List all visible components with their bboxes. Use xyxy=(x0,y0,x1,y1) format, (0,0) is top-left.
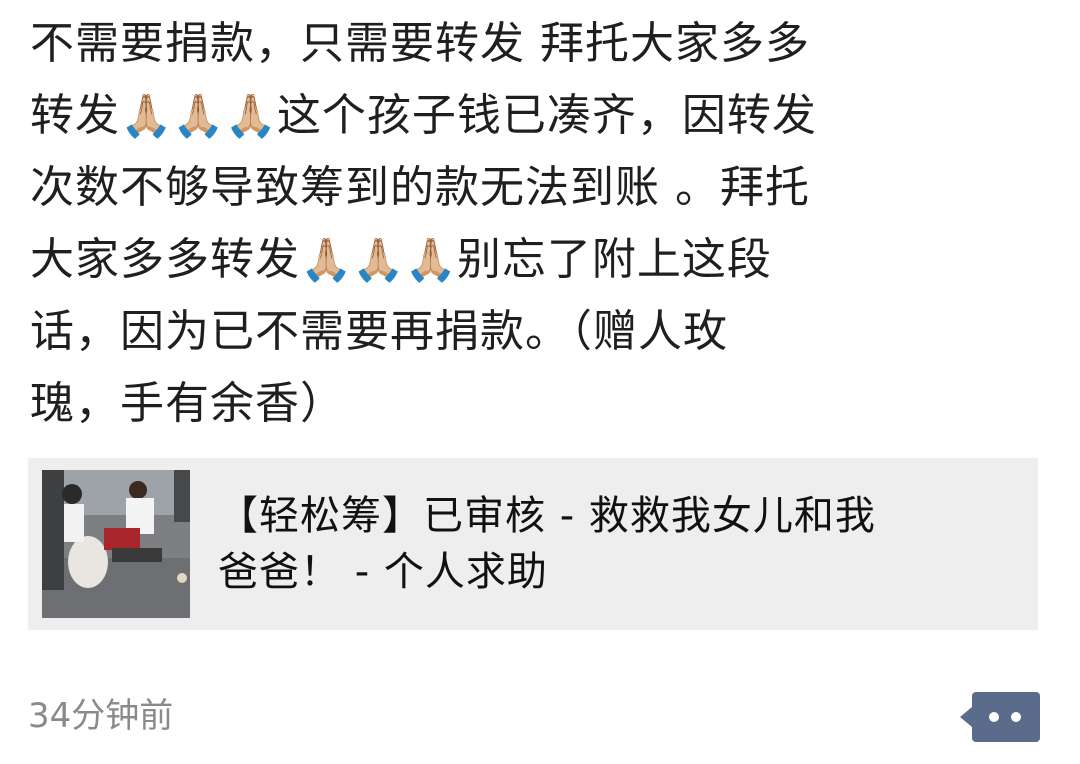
post-line-2: 转发🙏🏼🙏🏼🙏🏼这个孩子钱已凑齐，因转发 xyxy=(30,80,1050,152)
photo-thumbnail-icon xyxy=(42,470,190,618)
post-text: 不需要捐款，只需要转发 拜托大家多多 转发🙏🏼🙏🏼🙏🏼这个孩子钱已凑齐，因转发 … xyxy=(30,8,1050,440)
link-card-title-line-1: 【轻松筹】已审核 - 救救我女儿和我 xyxy=(218,493,876,539)
link-thumbnail xyxy=(42,470,190,618)
post-line-2-start: 转发 xyxy=(30,90,120,141)
post-line-6: 瑰，手有余香） xyxy=(30,378,345,429)
link-card-title: 【轻松筹】已审核 - 救救我女儿和我 爸爸！ - 个人求助 xyxy=(218,488,1008,600)
comment-more-icon xyxy=(960,692,1040,742)
post-line-4: 大家多多转发🙏🏼🙏🏼🙏🏼别忘了附上这段 xyxy=(30,224,1050,296)
post-line-1: 不需要捐款，只需要转发 拜托大家多多 xyxy=(30,18,810,69)
post-line-5: 话，因为已不需要再捐款。（赠人玫 xyxy=(30,306,728,357)
folded-hands-emoji: 🙏🏼🙏🏼🙏🏼 xyxy=(120,91,277,140)
post-line-4-end: 别忘了附上这段 xyxy=(456,234,772,285)
post-timestamp: 34分钟前 xyxy=(28,696,174,736)
folded-hands-emoji: 🙏🏼🙏🏼🙏🏼 xyxy=(300,235,457,284)
post-line-2-end: 这个孩子钱已凑齐，因转发 xyxy=(276,90,817,141)
post-line-3: 次数不够导致筹到的款无法到账 。拜托 xyxy=(30,162,810,213)
post-line-4-start: 大家多多转发 xyxy=(30,234,300,285)
link-card-title-line-2: 爸爸！ - 个人求助 xyxy=(218,549,548,595)
shared-link-card[interactable]: 【轻松筹】已审核 - 救救我女儿和我 爸爸！ - 个人求助 xyxy=(28,458,1038,630)
comment-button[interactable] xyxy=(960,692,1040,742)
